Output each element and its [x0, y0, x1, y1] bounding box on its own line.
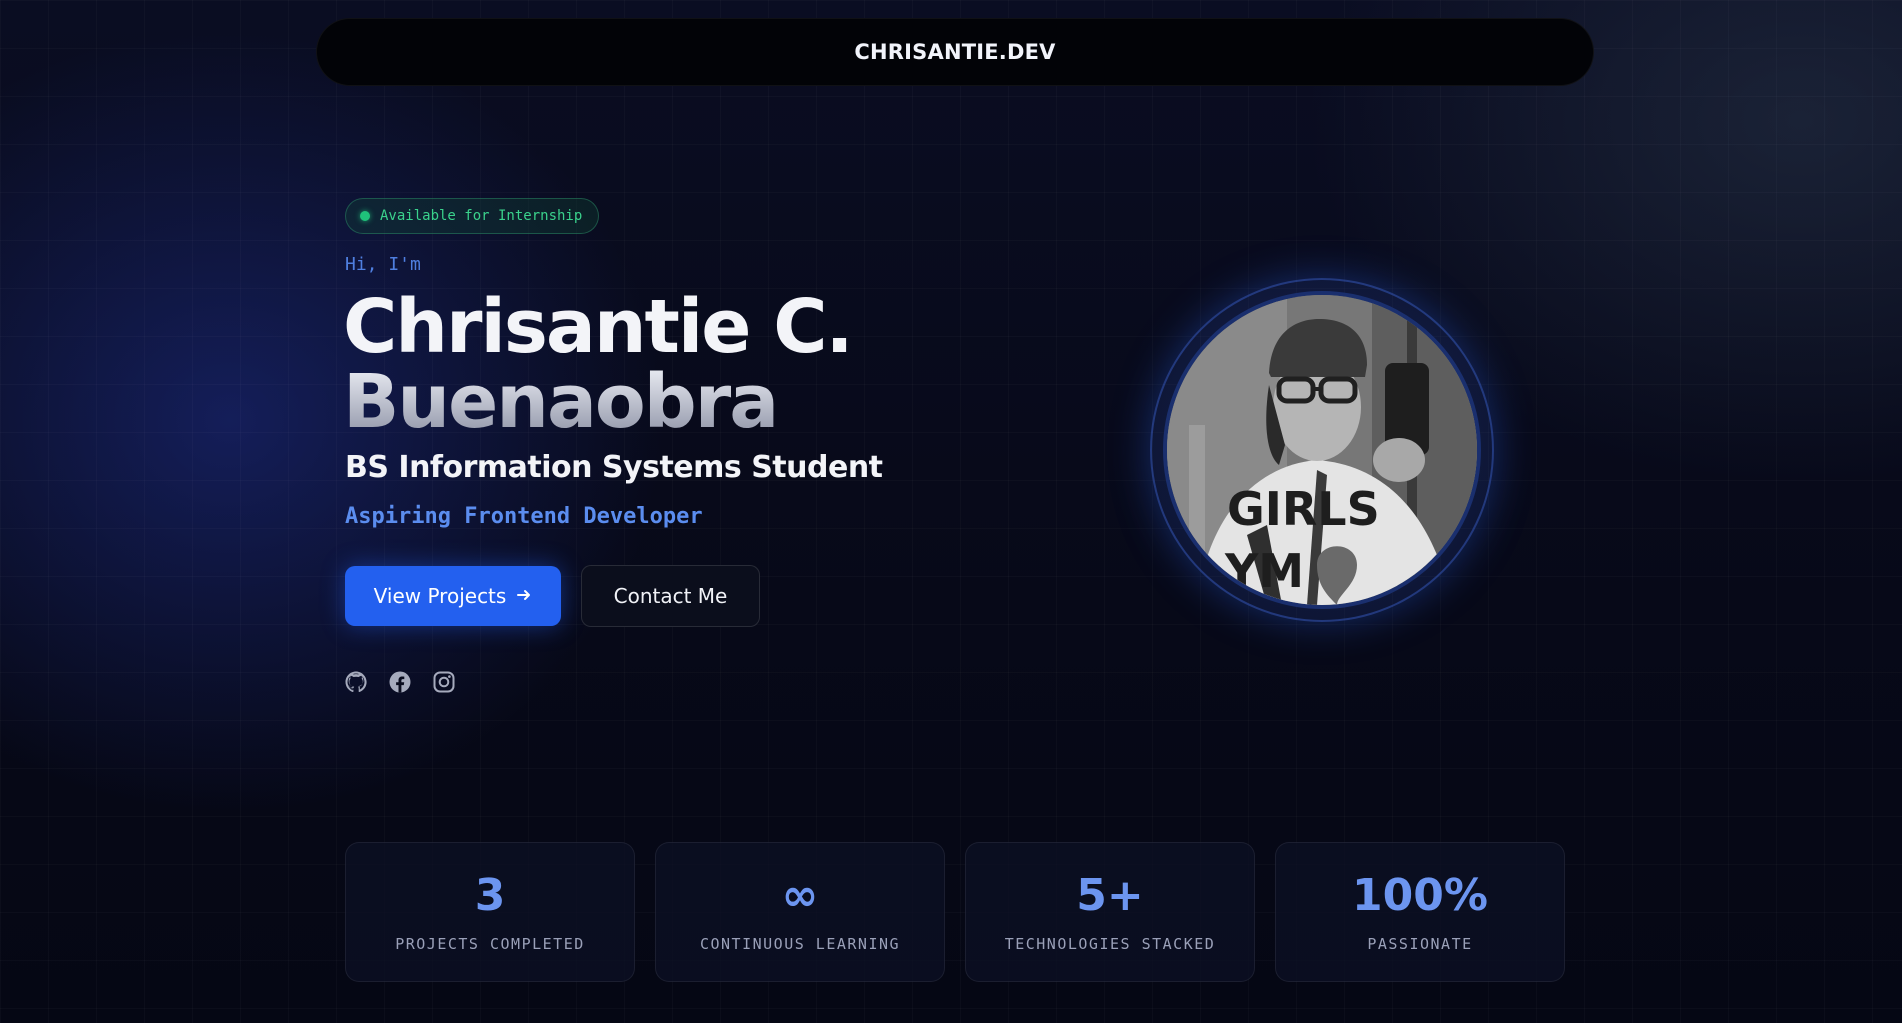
stat-label: PROJECTS COMPLETED: [395, 935, 585, 953]
profile-photo-illustration: GIRLS YM: [1167, 295, 1477, 605]
view-projects-button[interactable]: View Projects: [345, 566, 561, 626]
stat-card-passionate: 100% PASSIONATE: [1275, 842, 1565, 982]
stat-value: ∞: [781, 870, 819, 921]
github-icon[interactable]: [344, 670, 368, 694]
stat-value: 5+: [1076, 870, 1144, 921]
stat-card-technologies: 5+ TECHNOLOGIES STACKED: [965, 842, 1255, 982]
stat-card-projects: 3 PROJECTS COMPLETED: [345, 842, 635, 982]
contact-me-label: Contact Me: [613, 584, 728, 608]
status-dot-icon: [360, 211, 370, 221]
stat-card-learning: ∞ CONTINUOUS LEARNING: [655, 842, 945, 982]
greeting-text: Hi, I'm: [345, 254, 421, 275]
arrow-right-icon: [516, 584, 532, 608]
profile-photo-frame: GIRLS YM: [1150, 278, 1494, 622]
instagram-icon[interactable]: [432, 670, 456, 694]
view-projects-label: View Projects: [373, 584, 507, 608]
navbar: CHRISANTIE.DEV: [316, 18, 1594, 86]
stat-value: 100%: [1352, 870, 1488, 921]
facebook-icon[interactable]: [388, 670, 412, 694]
role-heading: BS Information Systems Student: [345, 450, 883, 485]
name-first: Chrisantie C.: [343, 284, 854, 370]
stat-label: TECHNOLOGIES STACKED: [1004, 935, 1216, 953]
stat-value: 3: [474, 870, 506, 921]
stat-label: PASSIONATE: [1367, 935, 1473, 953]
availability-badge: Available for Internship: [345, 198, 600, 234]
svg-text:YM: YM: [1224, 544, 1304, 598]
tagline: Aspiring Frontend Developer: [345, 504, 703, 529]
site-brand[interactable]: CHRISANTIE.DEV: [854, 40, 1055, 64]
page: CHRISANTIE.DEV Available for Internship …: [0, 0, 1902, 1023]
stat-label: CONTINUOUS LEARNING: [699, 935, 901, 953]
svg-text:GIRLS: GIRLS: [1227, 482, 1380, 536]
stats-row: 3 PROJECTS COMPLETED ∞ CONTINUOUS LEARNI…: [345, 842, 1565, 982]
availability-text: Available for Internship: [380, 208, 583, 224]
social-links: [344, 670, 456, 694]
contact-me-button[interactable]: Contact Me: [581, 565, 760, 627]
name-last: Buenaobra: [343, 359, 779, 445]
profile-photo: GIRLS YM: [1163, 291, 1481, 609]
